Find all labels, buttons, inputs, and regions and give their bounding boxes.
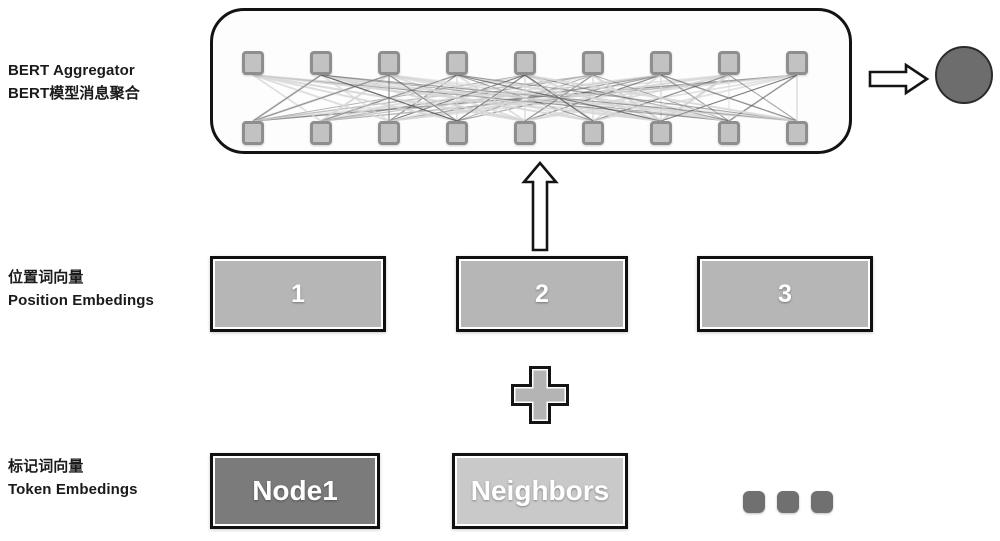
label-bert-aggregator-en: BERT Aggregator (8, 62, 135, 79)
bert-token-node-bottom (718, 121, 740, 145)
token-embedding-box-neighbors[interactable]: Neighbors (452, 453, 628, 529)
bert-token-node-top (582, 51, 604, 75)
token-embedding-box-neighbors-inner: Neighbors (455, 456, 625, 526)
position-embedding-box-1[interactable]: 1 (210, 256, 386, 332)
bert-token-node-bottom (446, 121, 468, 145)
position-embedding-box-1-inner: 1 (213, 259, 383, 329)
bert-token-node-top (446, 51, 468, 75)
token-embedding-box-node1-label: Node1 (252, 475, 338, 506)
bert-token-node-top (378, 51, 400, 75)
plus-sign-icon (511, 366, 569, 424)
position-embedding-box-2[interactable]: 2 (456, 256, 628, 332)
position-embedding-box-3[interactable]: 3 (697, 256, 873, 332)
token-embedding-box-node1[interactable]: Node1 (210, 453, 380, 529)
bert-token-node-bottom (242, 121, 264, 145)
bert-token-node-bottom (514, 121, 536, 145)
right-block-arrow-icon (868, 62, 930, 96)
bert-token-node-top (718, 51, 740, 75)
bert-token-node-top (786, 51, 808, 75)
bert-token-node-top (514, 51, 536, 75)
bert-token-node-top (310, 51, 332, 75)
ellipsis-dot (777, 491, 799, 513)
position-embedding-box-2-inner: 2 (459, 259, 625, 329)
position-embedding-box-2-label: 2 (535, 279, 549, 308)
ellipsis-dot (743, 491, 765, 513)
diagram-canvas: BERT Aggregator BERT模型消息聚合 位置词向量 Positio… (0, 0, 1000, 541)
label-token-embeddings-cn: 标记词向量 (8, 458, 84, 475)
position-embedding-box-3-label: 3 (778, 279, 792, 308)
label-token-embeddings-en: Token Embedings (8, 481, 138, 499)
label-bert-aggregator-cn: BERT模型消息聚合 (8, 85, 140, 103)
bert-token-node-bottom (582, 121, 604, 145)
token-ellipsis (743, 491, 833, 513)
label-token-embeddings: 标记词向量 Token Embedings (8, 455, 138, 502)
aggregated-output-node (935, 46, 993, 104)
bert-token-node-top (242, 51, 264, 75)
label-position-embeddings: 位置词向量 Position Embedings (8, 266, 154, 313)
ellipsis-dot (811, 491, 833, 513)
bert-token-node-bottom (378, 121, 400, 145)
token-embedding-box-neighbors-label: Neighbors (470, 475, 610, 506)
label-position-embeddings-cn: 位置词向量 (8, 269, 84, 286)
bert-token-node-bottom (310, 121, 332, 145)
bert-token-node-bottom (786, 121, 808, 145)
label-position-embeddings-en: Position Embedings (8, 292, 154, 310)
label-bert-aggregator: BERT Aggregator BERT模型消息聚合 (8, 59, 140, 106)
up-block-arrow-icon (521, 160, 559, 252)
position-embedding-box-3-inner: 3 (700, 259, 870, 329)
bert-aggregator-box (210, 8, 852, 154)
bert-token-node-bottom (650, 121, 672, 145)
token-embedding-box-node1-inner: Node1 (213, 456, 377, 526)
bert-token-node-top (650, 51, 672, 75)
position-embedding-box-1-label: 1 (291, 279, 305, 308)
